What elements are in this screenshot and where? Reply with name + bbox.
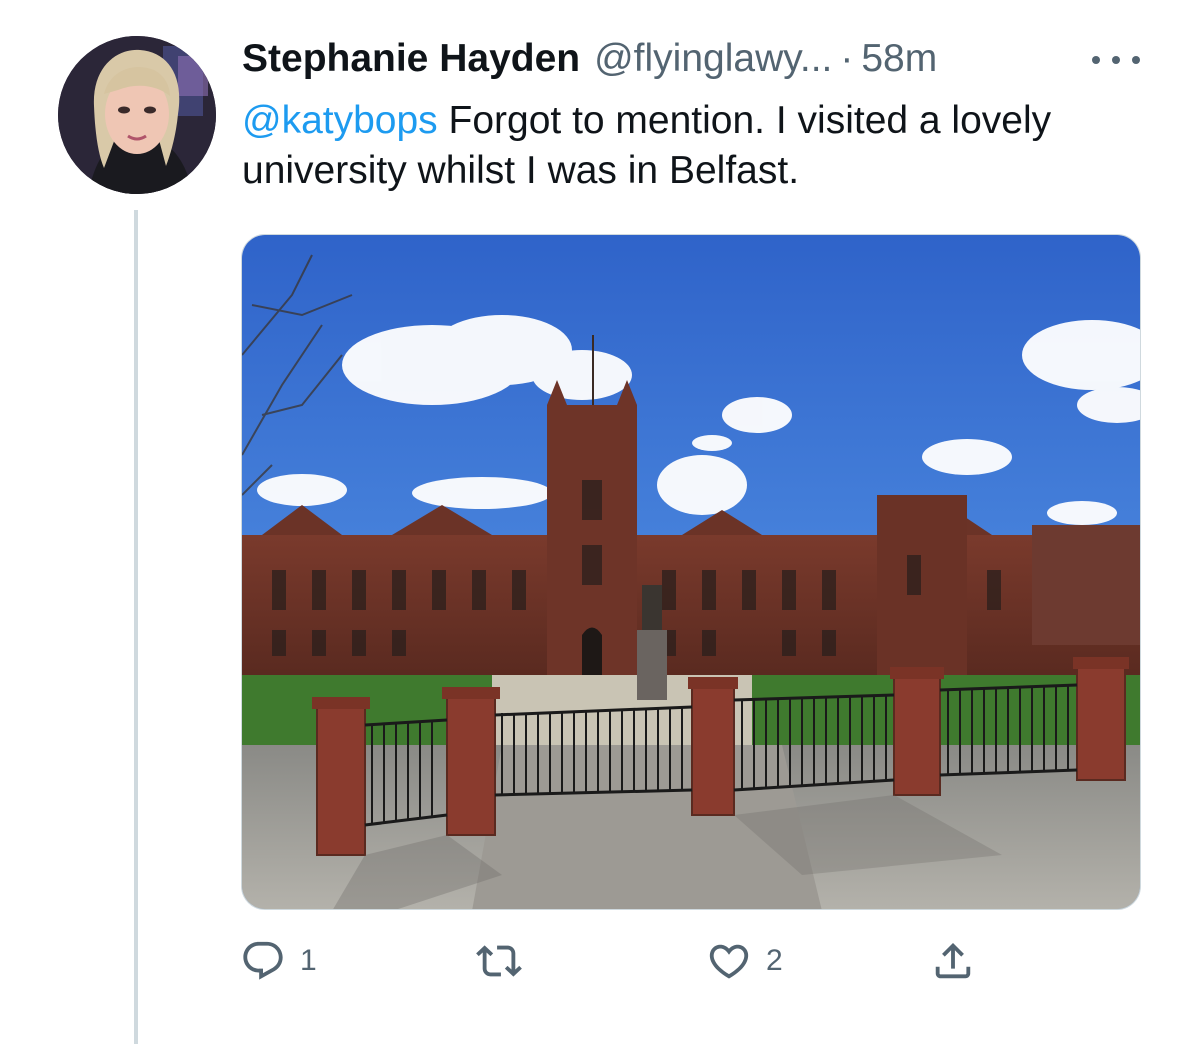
display-name[interactable]: Stephanie Hayden bbox=[242, 34, 580, 84]
avatar[interactable] bbox=[58, 36, 216, 194]
mention-link[interactable]: @katybops bbox=[242, 99, 438, 142]
tweet-photo[interactable] bbox=[241, 234, 1141, 910]
like-count: 2 bbox=[766, 944, 783, 977]
more-dot bbox=[1132, 56, 1140, 64]
thread-line bbox=[134, 210, 138, 1044]
reply-button[interactable]: 1 bbox=[240, 936, 317, 986]
share-button[interactable] bbox=[930, 936, 990, 986]
tweet-actions: 1 2 bbox=[0, 936, 1199, 986]
tweet-text: @katybops Forgot to mention. I visited a… bbox=[242, 96, 1142, 196]
user-handle[interactable]: @flyinglawy... bbox=[594, 34, 832, 84]
reply-icon bbox=[243, 941, 283, 980]
more-dot bbox=[1092, 56, 1100, 64]
tweet[interactable]: Stephanie Hayden @flyinglawy... · 58m @k… bbox=[0, 0, 1199, 1044]
share-icon bbox=[935, 942, 971, 979]
separator: · bbox=[840, 37, 854, 80]
like-button[interactable]: 2 bbox=[706, 936, 783, 986]
reply-count: 1 bbox=[300, 944, 317, 977]
tweet-header: Stephanie Hayden @flyinglawy... · 58m bbox=[242, 34, 937, 84]
timestamp[interactable]: 58m bbox=[861, 34, 937, 84]
more-dot bbox=[1112, 56, 1120, 64]
retweet-button[interactable] bbox=[476, 936, 536, 986]
heart-icon bbox=[709, 944, 749, 979]
retweet-icon bbox=[476, 945, 522, 977]
more-icon[interactable] bbox=[1092, 50, 1140, 70]
